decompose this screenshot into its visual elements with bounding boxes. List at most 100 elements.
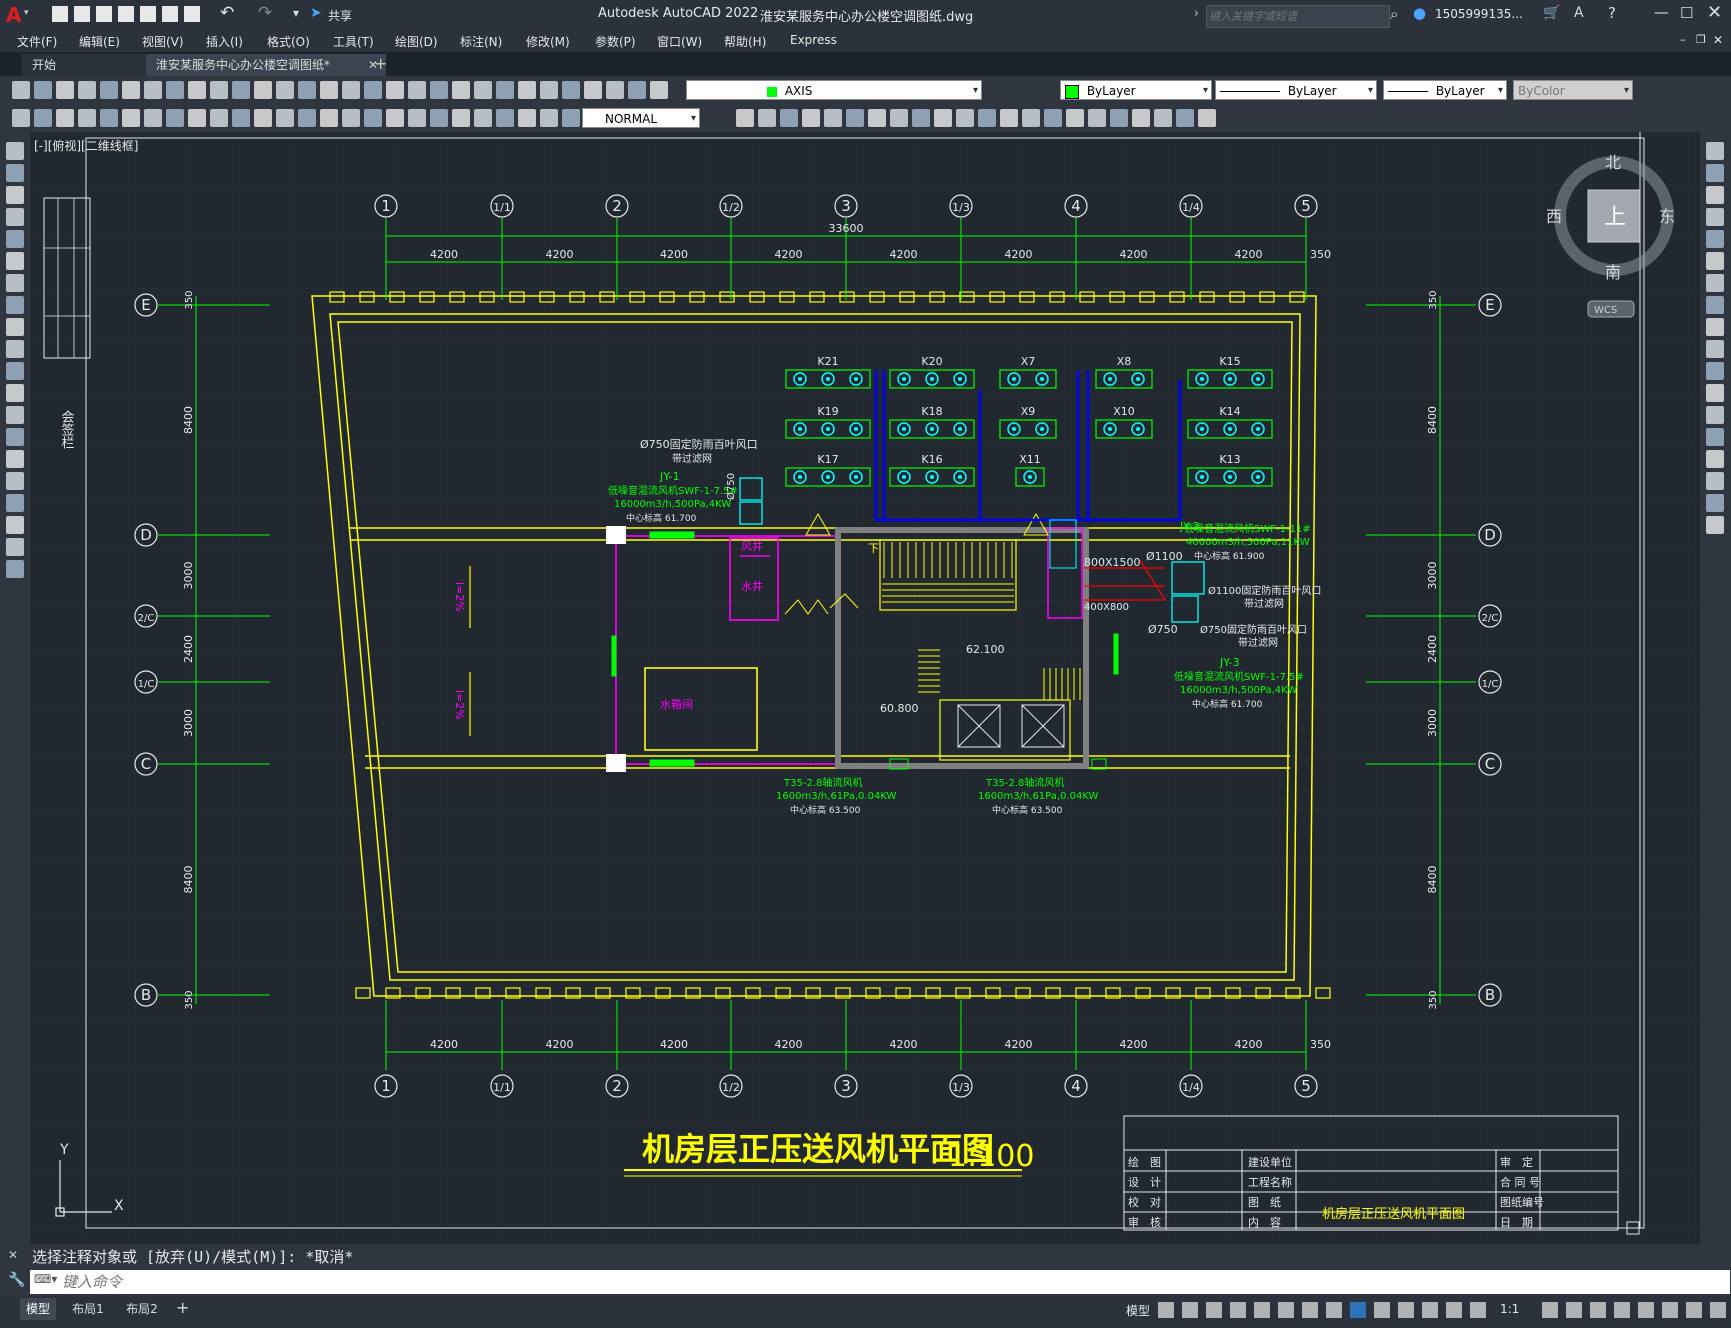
viewcube-east[interactable]: 东	[1659, 207, 1675, 226]
status-toggle-5-icon[interactable]	[1254, 1302, 1270, 1318]
draw-tool-38-icon[interactable]	[978, 109, 996, 127]
viewport-controls[interactable]: [-][俯视][二维线框]	[34, 138, 138, 153]
viewcube-top-face[interactable]: 上	[1604, 205, 1626, 230]
left-tool-12-icon[interactable]	[6, 384, 24, 402]
draw-tool-30-icon[interactable]	[802, 109, 820, 127]
menu-dimension[interactable]: 标注(N)	[460, 33, 502, 50]
draw-tool-11-icon[interactable]	[232, 109, 250, 127]
right-tool-16-icon[interactable]	[1706, 472, 1724, 490]
draw-tool-24-icon[interactable]	[518, 109, 536, 127]
left-tool-18-icon[interactable]	[6, 516, 24, 534]
left-tool-13-icon[interactable]	[6, 406, 24, 424]
share-icon[interactable]: ➤	[310, 5, 322, 21]
left-tool-17-icon[interactable]	[6, 494, 24, 512]
doc-minimize-icon[interactable]: –	[1680, 33, 1686, 46]
status-toggle-10-icon[interactable]	[1374, 1302, 1390, 1318]
draw-tool-26-icon[interactable]	[562, 109, 580, 127]
status-toggle-22-icon[interactable]	[1710, 1302, 1726, 1318]
right-tool-14-icon[interactable]	[1706, 428, 1724, 446]
toolbar-tool-26-icon[interactable]	[562, 81, 580, 99]
right-tool-4-icon[interactable]	[1706, 208, 1724, 226]
right-tool-8-icon[interactable]	[1706, 296, 1724, 314]
left-tool-1-icon[interactable]	[6, 142, 24, 160]
right-tool-15-icon[interactable]	[1706, 450, 1724, 468]
right-tool-12-icon[interactable]	[1706, 384, 1724, 402]
toolbar-tool-30-icon[interactable]	[650, 81, 668, 99]
draw-tool-8-icon[interactable]	[166, 109, 184, 127]
autodesk-app-icon[interactable]: A	[1574, 5, 1584, 21]
left-tool-20-icon[interactable]	[6, 560, 24, 578]
draw-tool-36-icon[interactable]	[934, 109, 952, 127]
draw-tool-15-icon[interactable]	[320, 109, 338, 127]
command-input-box[interactable]: ⌨▾	[30, 1270, 1730, 1294]
draw-tool-25-icon[interactable]	[540, 109, 558, 127]
left-tool-4-icon[interactable]	[6, 208, 24, 226]
menu-file[interactable]: 文件(F)	[17, 33, 57, 50]
toolbar-tool-18-icon[interactable]	[386, 81, 404, 99]
draw-tool-28-icon[interactable]	[758, 109, 776, 127]
toolbar-tool-29-icon[interactable]	[628, 81, 646, 99]
toolbar-tool-12-icon[interactable]	[254, 81, 272, 99]
left-tool-10-icon[interactable]	[6, 340, 24, 358]
status-toggle-9-icon[interactable]	[1350, 1302, 1366, 1318]
draw-tool-3-icon[interactable]	[56, 109, 74, 127]
left-tool-19-icon[interactable]	[6, 538, 24, 556]
new-tab-plus-icon[interactable]: +	[374, 54, 387, 73]
toolbar-tool-22-icon[interactable]	[474, 81, 492, 99]
layout-tab-layout2[interactable]: 布局2	[122, 1298, 162, 1320]
draw-tool-19-icon[interactable]	[408, 109, 426, 127]
toolbar-tool-17-icon[interactable]	[364, 81, 382, 99]
viewcube-west[interactable]: 西	[1546, 207, 1562, 226]
toolbar-tool-9-icon[interactable]	[188, 81, 206, 99]
draw-tool-17-icon[interactable]	[364, 109, 382, 127]
tab-drawing[interactable]: 淮安某服务中心办公楼空调图纸* ✕	[146, 54, 386, 76]
draw-tool-41-icon[interactable]	[1044, 109, 1062, 127]
status-toggle-12-icon[interactable]	[1422, 1302, 1438, 1318]
right-tool-1-icon[interactable]	[1706, 142, 1724, 160]
toolbar-tool-27-icon[interactable]	[584, 81, 602, 99]
draw-tool-34-icon[interactable]	[890, 109, 908, 127]
menu-modify[interactable]: 修改(M)	[526, 33, 570, 50]
draw-tool-1-icon[interactable]	[12, 109, 30, 127]
right-tool-10-icon[interactable]	[1706, 340, 1724, 358]
text-style-dropdown[interactable]: NORMAL ▾	[582, 108, 700, 128]
toolbar-tool-25-icon[interactable]	[540, 81, 558, 99]
status-toggle-19-icon[interactable]	[1638, 1302, 1654, 1318]
user-name[interactable]: 1505999135...	[1435, 7, 1523, 21]
expand-search-icon[interactable]: ›	[1194, 6, 1199, 20]
toolbar-tool-1-icon[interactable]	[12, 81, 30, 99]
status-toggle-16-icon[interactable]	[1566, 1302, 1582, 1318]
status-toggle-4-icon[interactable]	[1230, 1302, 1246, 1318]
command-prompt-icon[interactable]: ⌨▾	[34, 1272, 57, 1286]
draw-tool-10-icon[interactable]	[210, 109, 228, 127]
customize-icon[interactable]: 🔧	[8, 1272, 25, 1288]
layer-dropdown[interactable]: AXIS ▾	[686, 80, 982, 100]
draw-tool-39-icon[interactable]	[1000, 109, 1018, 127]
search-input[interactable]	[1206, 5, 1390, 28]
right-tool-7-icon[interactable]	[1706, 274, 1724, 292]
toolbar-tool-4-icon[interactable]	[78, 81, 96, 99]
right-tool-5-icon[interactable]	[1706, 230, 1724, 248]
draw-tool-5-icon[interactable]	[100, 109, 118, 127]
cart-icon[interactable]: 🛒	[1543, 5, 1560, 21]
toolbar-tool-21-icon[interactable]	[452, 81, 470, 99]
draw-tool-29-icon[interactable]	[780, 109, 798, 127]
toolbar-tool-3-icon[interactable]	[56, 81, 74, 99]
toolbar-tool-11-icon[interactable]	[232, 81, 250, 99]
draw-tool-14-icon[interactable]	[298, 109, 316, 127]
open-file-icon[interactable]	[74, 6, 90, 22]
draw-tool-13-icon[interactable]	[276, 109, 294, 127]
left-tool-16-icon[interactable]	[6, 472, 24, 490]
doc-restore-icon[interactable]: ❐	[1696, 33, 1706, 46]
close-cmd-icon[interactable]: ✕	[8, 1248, 18, 1262]
toolbar-tool-15-icon[interactable]	[320, 81, 338, 99]
drawing-svg[interactable]: 会签栏 [-][俯视][二维线框] 1 1 1/1 1/1 2 2 1/2 1/2 3 3 1/3 1…	[30, 132, 1700, 1244]
draw-tool-18-icon[interactable]	[386, 109, 404, 127]
search-icon[interactable]: ⌕	[1390, 5, 1398, 23]
toolbar-tool-7-icon[interactable]	[144, 81, 162, 99]
save-icon[interactable]	[96, 6, 112, 22]
right-tool-2-icon[interactable]	[1706, 164, 1724, 182]
user-icon[interactable]: ●	[1413, 4, 1426, 22]
left-tool-2-icon[interactable]	[6, 164, 24, 182]
draw-tool-33-icon[interactable]	[868, 109, 886, 127]
